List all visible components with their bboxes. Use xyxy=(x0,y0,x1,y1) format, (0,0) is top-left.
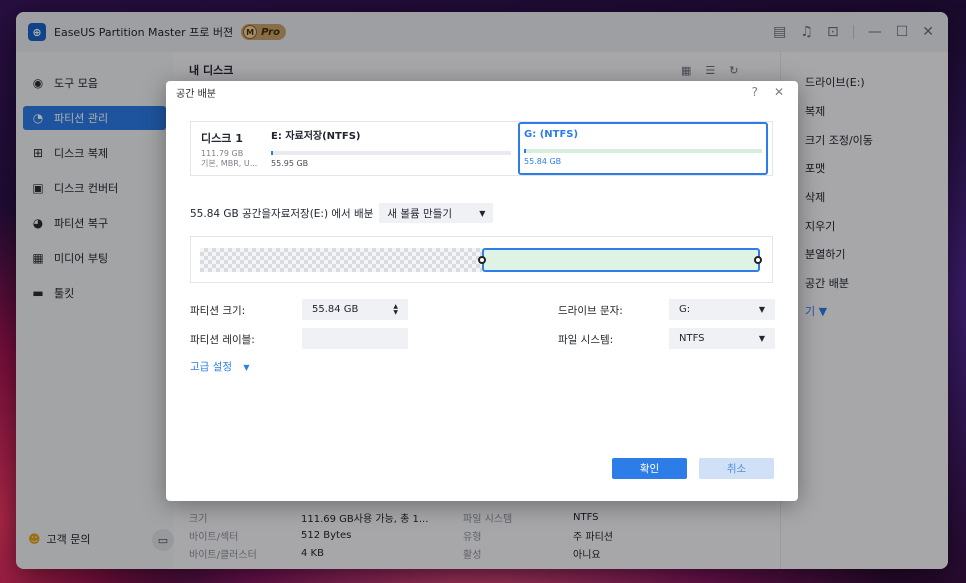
chevron-down-icon: ▼ xyxy=(758,305,765,314)
usage-bar xyxy=(524,149,762,153)
dialog-header: 공간 배분 xyxy=(166,81,798,103)
drive-letter-select[interactable]: G: ▼ xyxy=(669,299,775,320)
partition-size-value: 55.84 GB xyxy=(312,304,359,315)
usage-bar xyxy=(271,151,511,155)
chevron-down-icon: ▼ xyxy=(243,363,250,372)
advanced-settings-toggle[interactable]: 고급 설정 ▼ xyxy=(190,359,249,374)
partition-label-label: 파티션 레이블: xyxy=(190,334,255,346)
right-drag-handle[interactable] xyxy=(754,256,762,264)
unallocated-region xyxy=(200,248,482,272)
disk-map: 디스크 1 111.79 GB 기본, MBR, U... E: 자료저장(NT… xyxy=(190,121,773,176)
disk-size: 111.79 GB xyxy=(201,149,244,158)
partition-title: E: 자료저장(NTFS) xyxy=(271,127,511,142)
partition-letter: E: xyxy=(271,131,286,142)
partition-size: 55.95 GB xyxy=(271,159,309,168)
cancel-button[interactable]: 취소 xyxy=(699,458,774,479)
advanced-settings-label: 고급 설정 xyxy=(190,361,232,373)
drive-letter-label: 드라이브 문자: xyxy=(558,305,623,317)
file-system-label: 파일 시스템: xyxy=(558,334,614,346)
allocate-select-value: 새 볼륨 만들기 xyxy=(387,207,453,220)
partition-size-label: 파티션 크기: xyxy=(190,305,246,317)
disk-name: 디스크 1 xyxy=(201,132,243,145)
file-system-select[interactable]: NTFS ▼ xyxy=(669,328,775,349)
disk-info: 기본, MBR, U... xyxy=(201,159,258,168)
stepper-arrows-icon[interactable]: ▲ ▼ xyxy=(393,303,398,316)
usage-fill xyxy=(524,149,527,153)
drive-letter-value: G: xyxy=(679,304,691,315)
partition-title: G: (NTFS) xyxy=(524,129,579,140)
file-system-value: NTFS xyxy=(679,333,705,344)
allocate-space-dialog: 공간 배분 ? ✕ 디스크 1 111.79 GB 기본, MBR, U... … xyxy=(166,81,798,501)
partition-g[interactable]: G: (NTFS) 55.84 GB xyxy=(518,122,768,175)
help-icon[interactable]: ? xyxy=(752,85,758,99)
usage-fill xyxy=(271,151,274,155)
partition-size: 55.84 GB xyxy=(524,157,562,166)
chevron-down-icon: ▼ xyxy=(479,208,486,218)
dialog-title: 공간 배분 xyxy=(176,88,216,100)
partition-label-input[interactable] xyxy=(302,328,408,349)
partition-name: 자료저장(NTFS) xyxy=(285,131,361,142)
partition-e[interactable]: E: 자료저장(NTFS) 55.95 GB xyxy=(267,122,515,175)
allocate-text: 55.84 GB 공간을자료저장(E:) 에서 배분 xyxy=(190,207,374,220)
left-drag-handle[interactable] xyxy=(478,256,486,264)
chevron-down-icon: ▼ xyxy=(758,334,765,343)
disk-label: 디스크 1 111.79 GB 기본, MBR, U... xyxy=(201,130,257,169)
allocate-target-select[interactable]: 새 볼륨 만들기 ▼ xyxy=(379,203,494,223)
ok-button[interactable]: 확인 xyxy=(612,458,687,479)
partition-slider xyxy=(190,236,773,283)
allocate-row: 55.84 GB 공간을자료저장(E:) 에서 배분 새 볼륨 만들기 ▼ xyxy=(190,203,494,223)
dialog-header-icons: ? ✕ xyxy=(752,85,784,99)
new-partition-region[interactable] xyxy=(482,248,760,272)
close-icon[interactable]: ✕ xyxy=(774,85,784,99)
partition-size-stepper[interactable]: 55.84 GB ▲ ▼ xyxy=(302,299,408,320)
